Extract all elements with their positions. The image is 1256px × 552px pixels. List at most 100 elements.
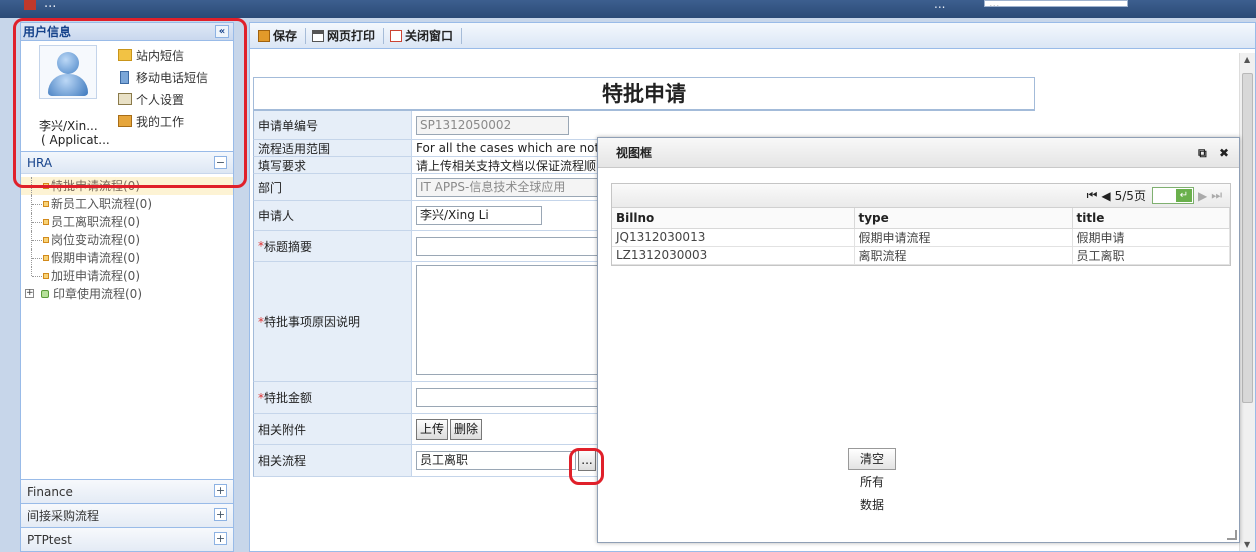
user-info-box: 李兴/Xin... ( Applicat... 站内短信 移动电话短信 个人设置… [21, 41, 233, 151]
envelope-icon [118, 49, 132, 61]
save-icon [258, 29, 270, 42]
applicant-field[interactable]: 李兴/Xing Li [416, 206, 542, 225]
popout-icon[interactable]: ⧉ [1198, 146, 1207, 160]
dialog-header[interactable]: 视图框 ⧉ ✖ [598, 138, 1239, 168]
dialog-text-all: 所有 [860, 475, 885, 489]
number-label: 申请单编号 [254, 111, 412, 139]
pager: ⏮ ◀ 5/5页 ↵ ▶ ⏭ [612, 184, 1230, 208]
user-select[interactable]: ... [984, 0, 1128, 7]
section-ptptest[interactable]: PTPtest + [21, 527, 233, 551]
dept-label: 部门 [254, 174, 412, 200]
scroll-up-icon[interactable]: ▲ [1244, 55, 1250, 64]
tree-item-special-approval[interactable]: 特批申请流程(0) [21, 177, 233, 195]
go-icon[interactable]: ↵ [1175, 189, 1192, 202]
expand-section-button[interactable]: + [214, 532, 227, 545]
section-finance[interactable]: Finance + [21, 479, 233, 503]
page-indicator: 5/5页 [1114, 189, 1146, 203]
save-button[interactable]: 保存 [258, 27, 303, 45]
site-message-link[interactable]: 站内短信 [118, 44, 208, 66]
folder-node-icon [41, 290, 49, 298]
reason-label-cell: * 特批事项原因说明 [254, 262, 412, 381]
vertical-scrollbar[interactable]: ▲ ▼ [1239, 53, 1255, 551]
clear-button[interactable]: 清空 [848, 448, 896, 470]
amount-field[interactable] [416, 388, 616, 407]
avatar [39, 45, 97, 99]
tree-item-label: 特批申请流程(0) [51, 179, 140, 193]
scrollbar-thumb[interactable] [1242, 73, 1253, 403]
top-bar: ... ... ... [0, 0, 1256, 18]
table-row[interactable]: JQ1312030013 假期申请流程 假期申请 [612, 228, 1230, 247]
table-header-row: Billno type title [612, 208, 1230, 229]
column-billno[interactable]: Billno [612, 208, 855, 229]
applicant-label: 申请人 [254, 201, 412, 230]
tree-item-position-change[interactable]: 岗位变动流程(0) [21, 231, 233, 249]
tree-item-leave[interactable]: 假期申请流程(0) [21, 249, 233, 267]
next-page-icon[interactable]: ▶ [1198, 189, 1207, 203]
column-type[interactable]: type [854, 208, 1073, 229]
toolbar-divider [461, 27, 463, 44]
print-button[interactable]: 网页打印 [312, 27, 381, 45]
table-row[interactable]: LZ1312030003 离职流程 员工离职 [612, 246, 1230, 265]
sidebar: 用户信息 « 李兴/Xin... ( Applicat... 站内短信 移动电话… [20, 22, 234, 552]
column-title[interactable]: title [1072, 208, 1230, 229]
summary-field[interactable] [416, 236, 616, 256]
user-label: ... [934, 0, 946, 11]
cell-type: 离职流程 [854, 246, 1073, 265]
collapse-section-button[interactable]: − [214, 156, 227, 169]
settings-link[interactable]: 个人设置 [118, 88, 208, 110]
requirement-label: 填写要求 [254, 157, 412, 173]
user-role: ( Applicat... [41, 133, 110, 147]
related-process-field[interactable]: 员工离职 [416, 451, 576, 470]
hra-section: HRA − 特批申请流程(0) 新员工入职流程(0) 员工离职流程(0) 岗位变… [21, 151, 233, 457]
summary-label: 标题摘要 [264, 239, 313, 254]
sms-link[interactable]: 移动电话短信 [118, 66, 208, 88]
scope-label: 流程适用范围 [254, 140, 412, 156]
save-label: 保存 [273, 29, 298, 43]
reason-textarea[interactable] [416, 265, 616, 375]
expand-section-button[interactable]: + [214, 484, 227, 497]
tree-item-resignation[interactable]: 员工离职流程(0) [21, 213, 233, 231]
user-panel-header: 用户信息 « [21, 23, 233, 41]
amount-label: 特批金额 [264, 391, 313, 405]
avatar-head-icon [57, 52, 79, 74]
toolbar-divider [305, 27, 307, 44]
attach-label: 相关附件 [254, 414, 412, 444]
hra-section-title: HRA [27, 156, 53, 170]
page-input[interactable]: ↵ [1151, 187, 1194, 204]
my-work-link[interactable]: 我的工作 [118, 110, 208, 132]
section-ptptest-label: PTPtest [27, 533, 72, 547]
tree-item-label: 岗位变动流程(0) [51, 233, 140, 247]
briefcase-icon [118, 115, 132, 127]
delete-button[interactable]: 删除 [450, 418, 483, 440]
app-logo-icon [24, 0, 36, 10]
first-page-icon[interactable]: ⏮ [1087, 188, 1098, 203]
close-window-button[interactable]: 关闭窗口 [390, 27, 459, 45]
expand-icon[interactable]: + [25, 289, 34, 298]
edit-icon [118, 93, 132, 105]
hra-section-header[interactable]: HRA − [21, 152, 233, 174]
close-window-icon [390, 29, 403, 42]
tree-item-overtime[interactable]: 加班申请流程(0) [21, 267, 233, 285]
user-panel-title: 用户信息 [23, 25, 72, 39]
expand-section-button[interactable]: + [214, 508, 227, 521]
upload-button[interactable]: 上传 [416, 418, 449, 440]
dept-field[interactable]: IT APPS-信息技术全球应用 [416, 177, 616, 197]
tree-item-onboarding[interactable]: 新员工入职流程(0) [21, 195, 233, 213]
process-node-icon [43, 183, 49, 189]
prev-page-icon[interactable]: ◀ [1101, 189, 1110, 203]
section-indirect-purchase[interactable]: 间接采购流程 + [21, 503, 233, 527]
resize-handle-icon[interactable] [1227, 530, 1237, 540]
cell-title: 假期申请 [1072, 228, 1230, 247]
close-window-label: 关闭窗口 [405, 29, 454, 43]
number-field[interactable]: SP1312050002 [416, 115, 569, 135]
last-page-icon[interactable]: ⏭ [1211, 188, 1222, 203]
scroll-down-icon[interactable]: ▼ [1244, 540, 1250, 549]
collapse-sidebar-button[interactable]: « [215, 25, 229, 38]
view-dialog: 视图框 ⧉ ✖ ⏮ ◀ 5/5页 ↵ ▶ ⏭ Billno type title [597, 137, 1240, 543]
reason-label: 特批事项原因说明 [264, 315, 361, 329]
browse-button[interactable]: ... [578, 450, 596, 471]
cell-title: 员工离职 [1072, 246, 1230, 265]
cell-billno: JQ1312030013 [612, 228, 855, 247]
tree-group-stamp[interactable]: + 印章使用流程(0) [21, 285, 233, 303]
close-icon[interactable]: ✖ [1219, 146, 1229, 160]
